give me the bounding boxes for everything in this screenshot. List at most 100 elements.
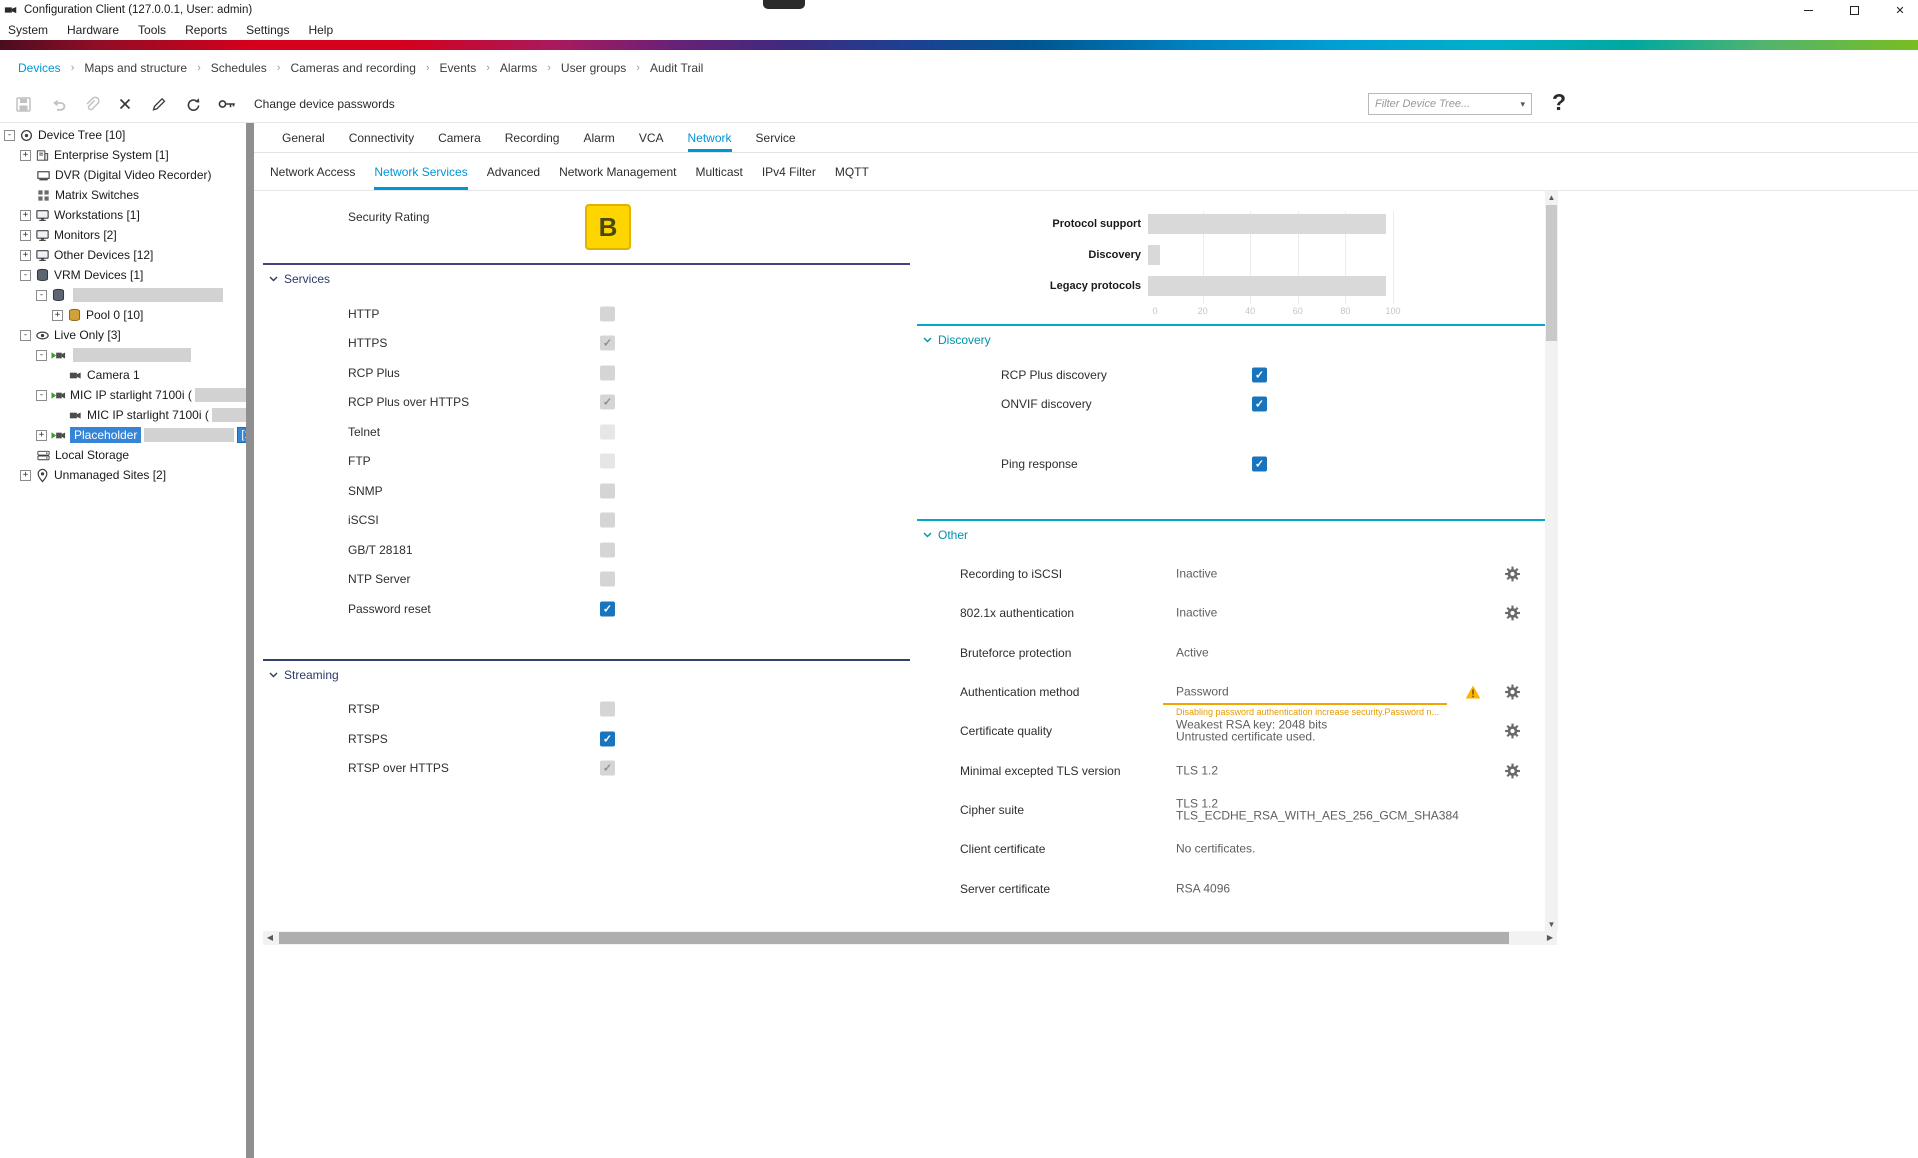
vertical-scroll-thumb[interactable] — [1546, 205, 1557, 341]
rcp-plus-over-https-checkbox[interactable]: ✓ — [600, 395, 615, 410]
tab-recording[interactable]: Recording — [505, 123, 560, 152]
services-section-header[interactable]: Services — [263, 271, 910, 287]
menu-tools[interactable]: Tools — [138, 23, 166, 37]
breadcrumb-schedules[interactable]: Schedules — [201, 61, 277, 75]
tree-item-live-only[interactable]: -Live Only [3] — [0, 325, 246, 345]
tree-item-unmanaged-sites[interactable]: +Unmanaged Sites [2] — [0, 465, 246, 485]
snmp-checkbox[interactable] — [600, 483, 615, 498]
rtsp-over-https-checkbox[interactable]: ✓ — [600, 761, 615, 776]
breadcrumb-user-groups[interactable]: User groups — [551, 61, 636, 75]
tab-vca[interactable]: VCA — [639, 123, 664, 152]
menu-help[interactable]: Help — [308, 23, 333, 37]
tab-network[interactable]: Network — [688, 123, 732, 152]
scroll-down-arrow[interactable]: ▼ — [1545, 918, 1558, 931]
settings-gear-icon[interactable] — [1504, 762, 1521, 779]
expand-toggle[interactable]: + — [20, 470, 31, 481]
expand-toggle[interactable]: + — [36, 430, 47, 441]
collapse-toggle[interactable]: - — [36, 290, 47, 301]
telnet-checkbox[interactable] — [600, 424, 615, 439]
subtab-network-services[interactable]: Network Services — [374, 154, 467, 190]
tree-item-other-devices[interactable]: +Other Devices [12] — [0, 245, 246, 265]
collapse-toggle[interactable]: - — [20, 270, 31, 281]
menu-hardware[interactable]: Hardware — [67, 23, 119, 37]
settings-gear-icon[interactable] — [1504, 605, 1521, 622]
tree-item-redacted[interactable]: - — [0, 285, 246, 305]
settings-gear-icon[interactable] — [1504, 723, 1521, 740]
ftp-checkbox[interactable] — [600, 454, 615, 469]
tree-item-dvr-digital-video-recorder[interactable]: DVR (Digital Video Recorder) — [0, 165, 246, 185]
collapse-toggle[interactable]: - — [4, 130, 15, 141]
filter-device-tree-input[interactable]: Filter Device Tree... ▾ — [1368, 93, 1532, 115]
refresh-icon[interactable] — [178, 90, 208, 118]
password-reset-checkbox[interactable]: ✓ — [600, 601, 615, 616]
rtsps-checkbox[interactable]: ✓ — [600, 731, 615, 746]
settings-gear-icon[interactable] — [1504, 566, 1521, 583]
tree-item-mic-ip-starlight-7100i[interactable]: -MIC IP starlight 7100i ( — [0, 385, 246, 405]
iscsi-checkbox[interactable] — [600, 513, 615, 528]
tree-item-placeholder[interactable]: +Placeholder[1] — [0, 425, 246, 445]
collapse-toggle[interactable]: - — [36, 390, 47, 401]
collapse-toggle[interactable]: - — [36, 350, 47, 361]
tree-item-redacted[interactable]: - — [0, 345, 246, 365]
subtab-mqtt[interactable]: MQTT — [835, 154, 869, 190]
tree-item-enterprise-system[interactable]: +Enterprise System [1] — [0, 145, 246, 165]
expand-toggle[interactable]: + — [20, 150, 31, 161]
password-key-icon[interactable] — [212, 90, 242, 118]
maximize-button[interactable] — [1846, 2, 1862, 18]
onvif-discovery-checkbox[interactable]: ✓ — [1252, 397, 1267, 412]
other-section-header[interactable]: Other — [917, 527, 1545, 543]
subtab-network-access[interactable]: Network Access — [270, 154, 355, 190]
tab-general[interactable]: General — [282, 123, 325, 152]
subtab-multicast[interactable]: Multicast — [695, 154, 742, 190]
collapse-toggle[interactable]: - — [20, 330, 31, 341]
horizontal-scroll-thumb[interactable] — [279, 932, 1509, 944]
horizontal-scrollbar[interactable]: ◀ ▶ — [263, 931, 1557, 945]
ntp-server-checkbox[interactable] — [600, 572, 615, 587]
tab-connectivity[interactable]: Connectivity — [349, 123, 414, 152]
breadcrumb-alarms[interactable]: Alarms — [490, 61, 547, 75]
tab-camera[interactable]: Camera — [438, 123, 481, 152]
menu-reports[interactable]: Reports — [185, 23, 227, 37]
http-checkbox[interactable] — [600, 306, 615, 321]
scroll-right-arrow[interactable]: ▶ — [1543, 931, 1557, 945]
tree-item-pool-0[interactable]: +Pool 0 [10] — [0, 305, 246, 325]
tree-item-matrix-switches[interactable]: Matrix Switches — [0, 185, 246, 205]
subtab-advanced[interactable]: Advanced — [487, 154, 540, 190]
expand-toggle[interactable]: + — [20, 250, 31, 261]
subtab-ipv4-filter[interactable]: IPv4 Filter — [762, 154, 816, 190]
minimize-button[interactable] — [1800, 2, 1816, 18]
delete-icon[interactable] — [110, 90, 140, 118]
https-checkbox[interactable]: ✓ — [600, 336, 615, 351]
tab-alarm[interactable]: Alarm — [583, 123, 614, 152]
vertical-scrollbar[interactable]: ▲ ▼ — [1545, 191, 1558, 931]
tree-item-camera-1[interactable]: Camera 1 — [0, 365, 246, 385]
breadcrumb-audit-trail[interactable]: Audit Trail — [640, 61, 713, 75]
tab-service[interactable]: Service — [756, 123, 796, 152]
close-button[interactable]: ✕ — [1892, 2, 1908, 18]
change-device-passwords-label[interactable]: Change device passwords — [254, 97, 395, 111]
scroll-left-arrow[interactable]: ◀ — [263, 931, 277, 945]
tree-item-mic-ip-starlight-7100i[interactable]: MIC IP starlight 7100i ( — [0, 405, 246, 425]
edit-pencil-icon[interactable] — [144, 90, 174, 118]
subtab-network-management[interactable]: Network Management — [559, 154, 676, 190]
menu-system[interactable]: System — [8, 23, 48, 37]
tree-item-vrm-devices[interactable]: -VRM Devices [1] — [0, 265, 246, 285]
rcp-plus-discovery-checkbox[interactable]: ✓ — [1252, 367, 1267, 382]
tree-item-local-storage[interactable]: Local Storage — [0, 445, 246, 465]
expand-toggle[interactable]: + — [20, 210, 31, 221]
settings-gear-icon[interactable] — [1504, 684, 1521, 701]
rtsp-checkbox[interactable] — [600, 702, 615, 717]
menu-settings[interactable]: Settings — [246, 23, 289, 37]
breadcrumb-maps-and-structure[interactable]: Maps and structure — [74, 61, 197, 75]
breadcrumb-cameras-and-recording[interactable]: Cameras and recording — [280, 61, 425, 75]
tree-item-monitors[interactable]: +Monitors [2] — [0, 225, 246, 245]
warning-icon[interactable] — [1465, 685, 1481, 700]
rcp-plus-checkbox[interactable] — [600, 365, 615, 380]
tree-item-device-tree[interactable]: -Device Tree [10] — [0, 125, 246, 145]
breadcrumb-devices[interactable]: Devices — [8, 61, 71, 75]
ping-response-checkbox[interactable]: ✓ — [1252, 456, 1267, 471]
discovery-section-header[interactable]: Discovery — [917, 332, 1545, 348]
breadcrumb-events[interactable]: Events — [430, 61, 487, 75]
tree-item-workstations[interactable]: +Workstations [1] — [0, 205, 246, 225]
expand-toggle[interactable]: + — [20, 230, 31, 241]
